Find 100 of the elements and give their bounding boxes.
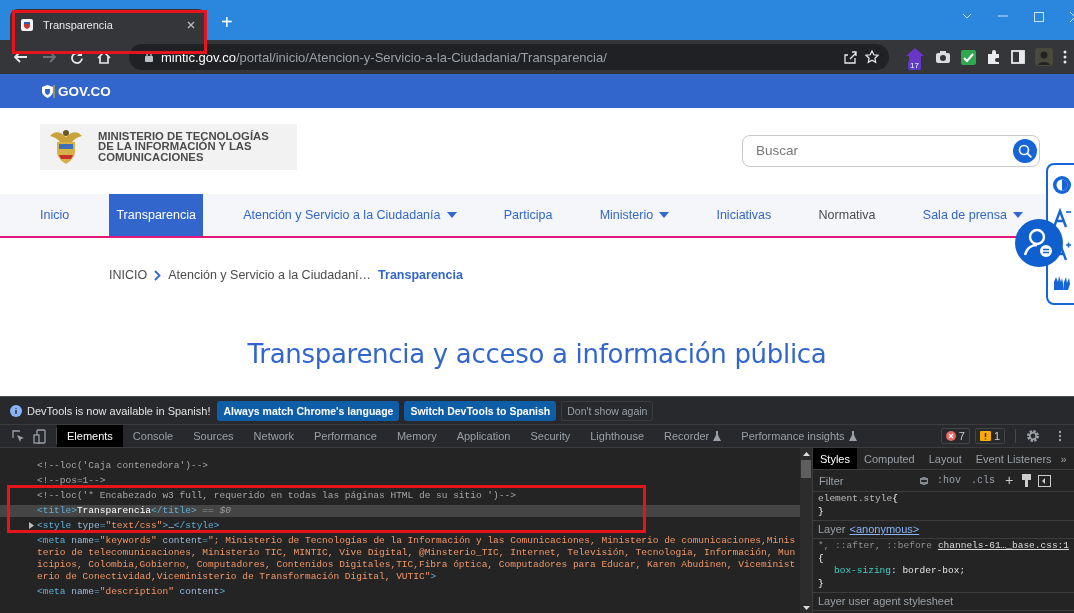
- styles-tab[interactable]: Layout: [921, 448, 969, 469]
- devtools-tab[interactable]: Performance insights: [731, 425, 867, 447]
- device-toolbar-icon[interactable]: [33, 428, 46, 444]
- infobar-message: DevTools is now available in Spanish!: [27, 404, 211, 417]
- dom-node-line[interactable]: <!--pos=1-->: [0, 475, 800, 487]
- nav-item[interactable]: Participa: [496, 194, 560, 236]
- warning-count[interactable]: 1: [974, 428, 1005, 444]
- nav-item[interactable]: Transparencia: [109, 194, 203, 236]
- scroll-down-icon: [802, 606, 810, 610]
- color-format-icon[interactable]: [919, 475, 929, 486]
- warning-icon: [979, 431, 991, 441]
- more-tabs-button[interactable]: »: [1058, 448, 1069, 469]
- layer-label: Layer user agent stylesheet: [818, 595, 954, 608]
- dom-node-line[interactable]: <!--loc('* Encabezado w3 full, requerido en todas las páginas HTML de su sitio ')-->: [0, 490, 800, 502]
- dom-node-line[interactable]: <style type="text/css">…</style>: [0, 520, 800, 532]
- devtools-tab[interactable]: Application: [446, 425, 521, 447]
- info-icon: [10, 404, 22, 417]
- more-options-icon[interactable]: [1058, 430, 1062, 442]
- infobar-button[interactable]: Always match Chrome's language: [217, 400, 400, 421]
- layer-link[interactable]: <anonymous>: [849, 523, 920, 536]
- nav-item[interactable]: Iniciativas: [709, 194, 779, 236]
- devtools-tab[interactable]: Security: [520, 425, 581, 447]
- star-icon[interactable]: [865, 50, 879, 64]
- camera-icon[interactable]: [935, 50, 951, 64]
- devtools-tab[interactable]: Console: [122, 425, 184, 447]
- devtools-tab[interactable]: Elements: [57, 425, 123, 447]
- address-bar[interactable]: mintic.gov.co/portal/inicio/Atencion-y-Servicio-a-la-Ciudadania/Transparencia/: [129, 44, 889, 70]
- nav-item[interactable]: Ministerio: [592, 194, 677, 236]
- share-icon[interactable]: [843, 50, 857, 64]
- settings-icon[interactable]: [1026, 429, 1040, 443]
- css-selector: element.style: [818, 493, 893, 506]
- nav-item[interactable]: Normativa: [811, 194, 883, 236]
- gov-emblem-icon: [40, 83, 55, 99]
- scrollbar[interactable]: [800, 448, 812, 613]
- accessibility-person-icon[interactable]: [1015, 219, 1063, 267]
- devtools-tab[interactable]: Memory: [386, 425, 447, 447]
- devtools-tab[interactable]: Sources: [183, 425, 244, 447]
- back-arrow-icon[interactable]: [14, 51, 28, 63]
- styles-tab[interactable]: Event Listeners: [968, 448, 1059, 469]
- nav-item[interactable]: Inicio: [33, 194, 77, 236]
- caret-down-icon: [659, 212, 670, 218]
- side-panel-icon[interactable]: [1011, 50, 1025, 64]
- breadcrumb-current: Transparencia: [378, 268, 463, 282]
- checkbox-icon[interactable]: [961, 49, 976, 65]
- dom-node-line[interactable]: <meta name="description" content>: [0, 586, 800, 598]
- tab-title: Transparencia: [43, 18, 114, 31]
- devtools-tab[interactable]: Network: [243, 425, 304, 447]
- scroll-up-icon: [802, 452, 810, 456]
- search-icon[interactable]: [1013, 138, 1037, 163]
- toggle-button[interactable]: .cls: [969, 475, 998, 486]
- badge-count: 17: [908, 61, 921, 70]
- error-icon: [945, 431, 956, 441]
- expand-triangle-icon[interactable]: [29, 522, 34, 529]
- infobar-button[interactable]: Switch DevTools to Spanish: [404, 400, 557, 421]
- gov-logo-text[interactable]: GOV.CO: [58, 83, 111, 99]
- dismiss-button[interactable]: Don't show again: [561, 400, 654, 421]
- toggle-button[interactable]: :hov: [935, 475, 963, 486]
- page-title: Transparencia y acceso a información pública: [246, 339, 828, 369]
- nav-item[interactable]: Sala de prensa: [915, 194, 1030, 236]
- devtools-tab[interactable]: Performance: [303, 425, 387, 447]
- styles-tab[interactable]: Computed: [856, 448, 922, 469]
- new-tab-button[interactable]: +: [221, 12, 233, 32]
- stylesheet-link[interactable]: channels-61…_base.css:1: [937, 540, 1069, 553]
- devtools-tab[interactable]: Recorder: [654, 425, 732, 447]
- new-rule-button[interactable]: +: [1003, 472, 1016, 489]
- css-declaration: box-sizing: border-box;: [833, 565, 967, 578]
- open-brace: {: [892, 493, 898, 506]
- breadcrumb-link[interactable]: INICIO: [109, 268, 162, 282]
- open-brace: {: [818, 552, 825, 565]
- font-decrease-icon[interactable]: [1052, 208, 1072, 228]
- house-icon: [905, 47, 925, 63]
- dom-node-line[interactable]: <meta name="keywords" content="; Ministerio de Tecnologías de la Información y las Comunicaciones, Ministerio de comunicaciones,Ministerio de telecomunicaciones, Ministerio TIC, MINTIC, Vive Digital, @Minsterio_TIC, Internet, Televisión, Tecnología, Información, Municipios, Colombia,Gobierno, Computadores, Contenidos Digitales,TIC,Fibra óptica, Computadores para Educar, Karen Abudinen, Viceministerio de Conectividad,Viceministerio de Transformación Digital, VUTIC">: [0, 535, 800, 583]
- breadcrumb-link[interactable]: Atención y Servicio a la Ciudadaní…: [168, 268, 372, 282]
- chevron-right-icon: [154, 269, 162, 281]
- search-field[interactable]: Buscar: [742, 134, 1040, 167]
- paint-brush-icon[interactable]: [1021, 474, 1033, 487]
- layer-label: Layer: [818, 523, 846, 536]
- maximize-icon[interactable]: [1034, 12, 1044, 22]
- chevron-down-icon[interactable]: [962, 12, 972, 20]
- forward-arrow-icon[interactable]: [42, 51, 56, 63]
- styles-tab[interactable]: Styles: [813, 448, 857, 469]
- dom-node-line[interactable]: <!--loc('Caja contenedora')-->: [0, 460, 800, 472]
- puzzle-icon[interactable]: [986, 49, 1001, 65]
- close-icon[interactable]: [186, 19, 196, 30]
- extension-icon[interactable]: 17: [905, 47, 925, 67]
- caret-down-icon: [1012, 212, 1023, 218]
- caret-down-icon: [446, 212, 457, 218]
- sidebar-toggle-icon[interactable]: [1038, 474, 1052, 487]
- scrollbar-thumb[interactable]: [801, 460, 811, 478]
- inspect-element-icon[interactable]: [12, 429, 25, 443]
- coat-of-arms-icon: [20, 17, 34, 32]
- devtools-tab[interactable]: Lighthouse: [580, 425, 655, 447]
- contrast-icon[interactable]: [1052, 175, 1072, 195]
- menu-icon[interactable]: [1063, 50, 1067, 64]
- close-brace: }: [818, 577, 825, 590]
- error-count[interactable]: 7: [940, 428, 970, 444]
- browser-tab[interactable]: Transparencia: [10, 9, 206, 40]
- nav-item[interactable]: Atención y Servicio a la Ciudadanía: [236, 194, 464, 236]
- css-selector: *, ::after, ::before: [818, 540, 933, 553]
- ministry-logo[interactable]: MINISTERIO DE TECNOLOGÍAS DE LA INFORMACIÓN Y LAS COMUNICACIONES: [40, 123, 297, 170]
